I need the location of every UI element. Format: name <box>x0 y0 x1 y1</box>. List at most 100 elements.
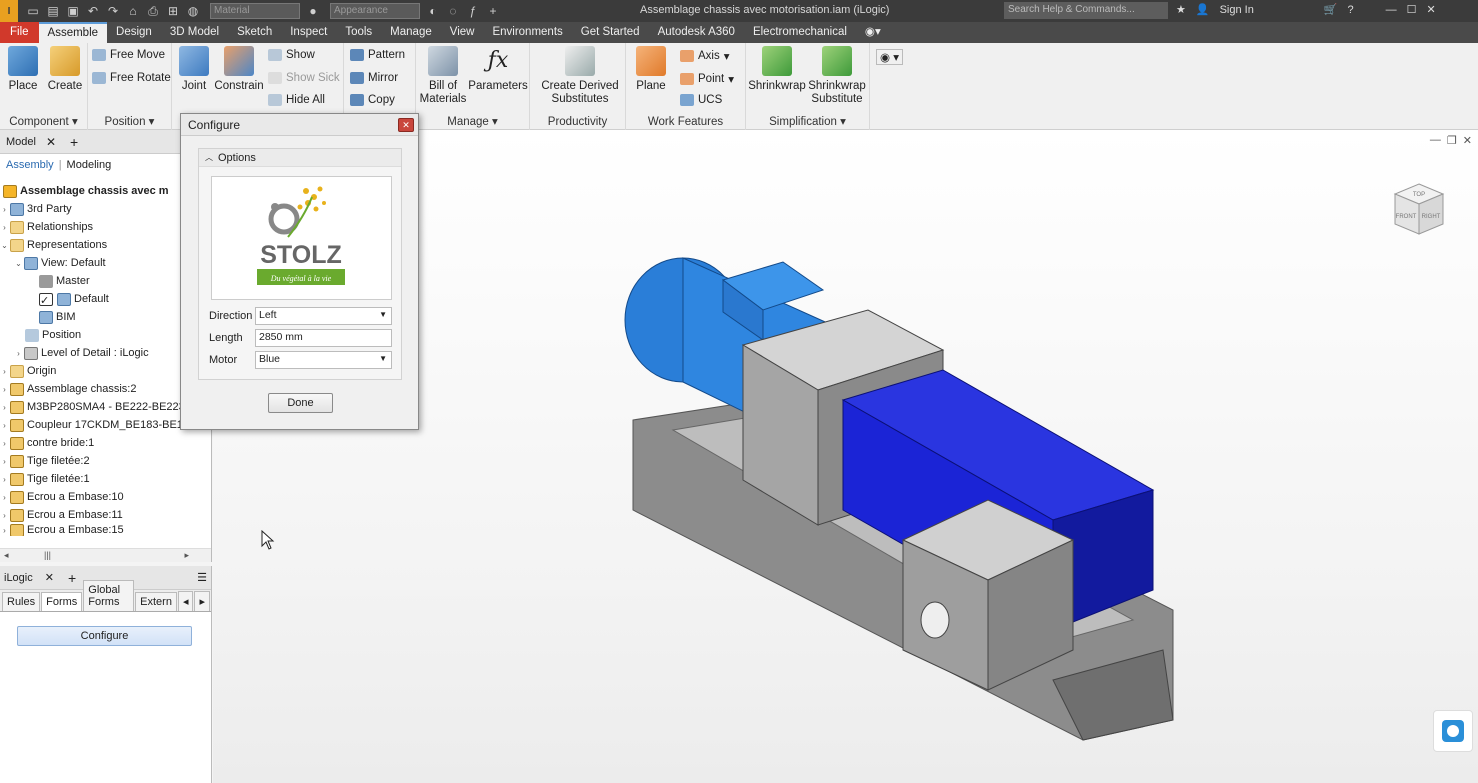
tree-item[interactable]: › Tige filetée:2 <box>0 452 90 470</box>
tab-assembly[interactable]: Assembly <box>6 159 54 171</box>
scroll-right-icon[interactable]: ▸ <box>194 591 210 611</box>
tree-item[interactable]: › Tige filetée:1 <box>0 470 90 488</box>
menu-icon[interactable]: ☰ <box>197 571 207 584</box>
tab-autodesk-a360[interactable]: Autodesk A360 <box>649 22 744 43</box>
select-icon[interactable]: ⊞ <box>166 4 180 18</box>
expand-icon[interactable]: › <box>14 349 23 358</box>
collapse-icon[interactable]: ⌄ <box>14 259 23 268</box>
mirror-button[interactable]: Mirror <box>350 72 398 84</box>
expand-icon[interactable]: › <box>0 457 9 466</box>
panel-label-component[interactable]: Component ▾ <box>0 114 87 128</box>
tab-file[interactable]: File <box>0 22 39 43</box>
add-ilogic-tab-icon[interactable]: + <box>68 570 76 586</box>
expand-icon[interactable]: › <box>0 526 9 535</box>
axis-button[interactable]: Axis ▾ <box>680 49 730 63</box>
create-derived-substitutes-button[interactable]: Create Derived Substitutes <box>536 46 624 106</box>
tree-item[interactable]: › Relationships <box>0 218 93 236</box>
close-ilogic-icon[interactable]: ✕ <box>45 571 54 584</box>
tree-item[interactable]: › Assemblage chassis:2 <box>0 380 136 398</box>
expand-icon[interactable]: › <box>0 421 9 430</box>
home-icon[interactable]: ⌂ <box>126 4 140 18</box>
expand-icon[interactable]: › <box>0 439 9 448</box>
tree-item[interactable]: ✓ Default <box>38 290 109 308</box>
parameters-button[interactable]: ƒx Parameters <box>468 46 528 93</box>
redo-icon[interactable]: ↷ <box>106 4 120 18</box>
search-input[interactable]: Search Help & Commands... <box>1004 2 1168 19</box>
tab-rules[interactable]: Rules <box>2 592 41 611</box>
constrain-button[interactable]: Constrain <box>214 46 264 93</box>
pattern-button[interactable]: Pattern <box>350 49 405 61</box>
expand-icon[interactable]: › <box>0 205 9 214</box>
show-button[interactable]: Show <box>268 49 315 61</box>
close-icon[interactable]: ✕ <box>1427 3 1436 16</box>
new-icon[interactable]: ▭ <box>26 4 40 18</box>
scroll-left-icon[interactable]: ◂ <box>177 591 194 611</box>
maximize-icon[interactable]: ☐ <box>1407 3 1417 16</box>
ribbon-options-icon[interactable]: ◉▾ <box>856 22 890 43</box>
tab-global-forms[interactable]: Global Forms <box>83 580 135 611</box>
tree-item[interactable]: › contre bride:1 <box>0 434 94 452</box>
tree-item[interactable]: Position <box>24 326 81 344</box>
panel-label-manage[interactable]: Manage ▾ <box>416 114 529 128</box>
add-browser-tab-icon[interactable]: + <box>70 134 78 150</box>
panel-label-simplification[interactable]: Simplification ▾ <box>746 114 869 128</box>
expand-icon[interactable]: › <box>0 493 9 502</box>
expand-icon[interactable]: › <box>0 223 9 232</box>
expand-icon[interactable]: › <box>0 385 9 394</box>
create-button[interactable]: Create <box>46 46 84 93</box>
tree-item[interactable]: Master <box>38 272 90 290</box>
tab-tools[interactable]: Tools <box>336 22 381 43</box>
expand-icon[interactable]: › <box>0 511 9 520</box>
copy-button[interactable]: Copy <box>350 94 395 106</box>
shrinkwrap-substitute-button[interactable]: Shrinkwrap Substitute <box>806 46 868 106</box>
minimize-icon[interactable]: — <box>1386 4 1397 16</box>
point-button[interactable]: Point ▾ <box>680 72 734 86</box>
free-move-button[interactable]: Free Move <box>92 49 165 61</box>
tab-view[interactable]: View <box>441 22 484 43</box>
tab-manage[interactable]: Manage <box>381 22 441 43</box>
place-button[interactable]: Place <box>6 46 40 93</box>
tab-design[interactable]: Design <box>107 22 161 43</box>
tab-sketch[interactable]: Sketch <box>228 22 281 43</box>
cart-icon[interactable]: 🛒 <box>1324 3 1338 16</box>
shrinkwrap-button[interactable]: Shrinkwrap <box>748 46 806 93</box>
tab-ilogic[interactable]: iLogic <box>0 572 37 584</box>
motor-select[interactable]: Blue ▼ <box>255 351 392 369</box>
star-icon[interactable]: ★ <box>1176 3 1186 16</box>
done-button[interactable]: Done <box>268 393 333 413</box>
expand-icon[interactable]: › <box>0 403 9 412</box>
undo-icon[interactable]: ↶ <box>86 4 100 18</box>
checkbox-icon[interactable]: ✓ <box>39 292 53 307</box>
expand-icon[interactable]: › <box>0 367 9 376</box>
material-select[interactable]: Material <box>210 3 300 19</box>
joint-button[interactable]: Joint <box>178 46 210 93</box>
navigation-bar-button[interactable] <box>1433 710 1473 752</box>
fx-icon[interactable]: ƒ <box>466 4 480 18</box>
sign-in-link[interactable]: Sign In <box>1220 4 1254 16</box>
tab-3d-model[interactable]: 3D Model <box>161 22 228 43</box>
plane-button[interactable]: Plane <box>632 46 670 93</box>
clear-icon[interactable]: ◌ <box>446 4 460 18</box>
tree-item[interactable]: › Ecrou a Embase:15 <box>0 524 124 536</box>
tree-item[interactable]: ⌄ Representations <box>0 236 107 254</box>
tab-modeling[interactable]: Modeling <box>67 159 112 171</box>
tree-item[interactable]: › 3rd Party <box>0 200 72 218</box>
tab-electromechanical[interactable]: Electromechanical <box>744 22 856 43</box>
tree-item[interactable]: › Ecrou a Embase:10 <box>0 488 124 506</box>
tab-inspect[interactable]: Inspect <box>281 22 336 43</box>
horizontal-scrollbar[interactable]: ◂ ||| ▸ <box>0 548 211 562</box>
show-sick-button[interactable]: Show Sick <box>268 72 340 84</box>
viewport-minimize-icon[interactable]: — <box>1430 134 1441 147</box>
assembly-model-render[interactable] <box>613 250 1213 750</box>
free-rotate-button[interactable]: Free Rotate <box>92 72 171 84</box>
open-icon[interactable]: ▤ <box>46 4 60 18</box>
tab-model[interactable]: Model <box>0 136 42 148</box>
dialog-close-button[interactable]: ✕ <box>398 118 414 132</box>
tree-item[interactable]: › Level of Detail : iLogic <box>14 344 149 362</box>
ucs-button[interactable]: UCS <box>680 94 722 106</box>
configure-form-button[interactable]: Configure <box>17 626 192 646</box>
viewport-restore-icon[interactable]: ❐ <box>1447 134 1457 147</box>
panel-label-position[interactable]: Position ▾ <box>88 114 171 128</box>
tree-item[interactable]: › M3BP280SMA4 - BE222-BE223-BE <box>0 398 203 416</box>
viewport-close-icon[interactable]: ✕ <box>1463 134 1472 147</box>
